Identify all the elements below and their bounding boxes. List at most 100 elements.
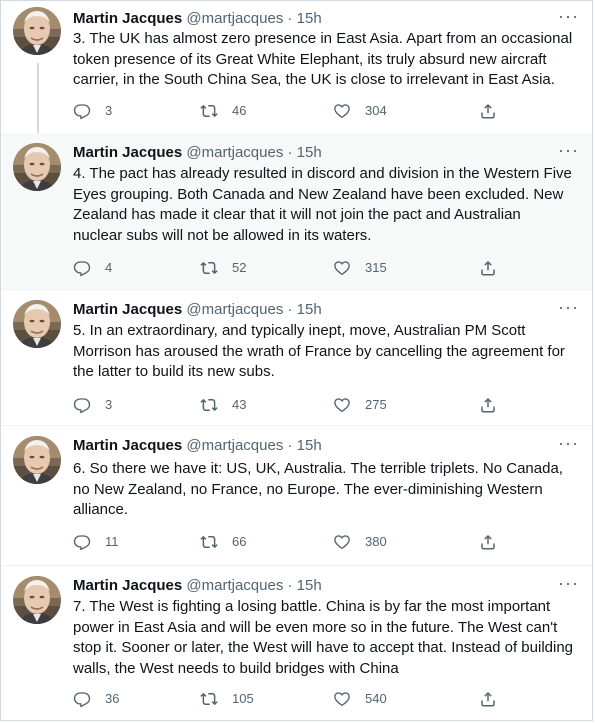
author-name[interactable]: Martin Jacques — [73, 10, 182, 27]
retweet-button[interactable]: 52 — [200, 258, 246, 278]
reply-icon — [73, 533, 91, 551]
tweet[interactable]: Martin Jacques @martjacques · 15h ··· 4.… — [1, 133, 592, 290]
reply-count: 4 — [105, 260, 113, 275]
more-options-icon[interactable]: ··· — [558, 141, 578, 163]
like-count: 315 — [365, 260, 387, 275]
avatar[interactable] — [13, 143, 61, 191]
retweet-icon — [200, 690, 218, 708]
tweet-header: Martin Jacques @martjacques · 15h ··· — [73, 434, 578, 456]
retweet-button[interactable]: 46 — [200, 101, 246, 121]
avatar[interactable] — [13, 576, 61, 624]
like-button[interactable]: 304 — [333, 101, 387, 121]
like-count: 275 — [365, 397, 387, 412]
author-handle[interactable]: @martjacques — [186, 10, 283, 27]
tweet-text: 7. The West is fighting a losing battle.… — [73, 598, 574, 677]
share-button[interactable] — [479, 258, 497, 278]
retweet-icon — [200, 259, 218, 277]
share-button[interactable] — [479, 532, 497, 552]
thread-connector-line — [37, 63, 39, 133]
reply-icon — [73, 259, 91, 277]
reply-count: 3 — [105, 103, 113, 118]
tweet-text: 6. So there we have it: US, UK, Australi… — [73, 460, 563, 518]
tweet-header: Martin Jacques @martjacques · 15h ··· — [73, 298, 578, 320]
more-options-icon[interactable]: ··· — [558, 574, 578, 596]
share-button[interactable] — [479, 689, 497, 709]
share-button[interactable] — [479, 101, 497, 121]
more-options-icon[interactable]: ··· — [558, 434, 578, 456]
author-handle[interactable]: @martjacques — [186, 144, 283, 161]
tweet-header: Martin Jacques @martjacques · 15h ··· — [73, 7, 578, 29]
reply-button[interactable]: 3 — [73, 101, 112, 121]
reply-button[interactable]: 4 — [73, 258, 112, 278]
like-button[interactable]: 315 — [333, 258, 387, 278]
heart-icon — [333, 533, 351, 551]
retweet-count: 105 — [232, 691, 254, 706]
retweet-button[interactable]: 43 — [200, 395, 246, 415]
like-count: 304 — [365, 103, 387, 118]
tweet-actions: 3 43 275 — [73, 395, 513, 415]
share-icon — [479, 396, 497, 414]
retweet-icon — [200, 533, 218, 551]
tweet-text: 3. The UK has almost zero presence in Ea… — [73, 30, 573, 88]
more-options-icon[interactable]: ··· — [558, 7, 578, 29]
retweet-button[interactable]: 105 — [200, 689, 254, 709]
like-button[interactable]: 380 — [333, 532, 387, 552]
share-button[interactable] — [479, 395, 497, 415]
reply-button[interactable]: 11 — [73, 532, 119, 552]
tweet-header: Martin Jacques @martjacques · 15h ··· — [73, 574, 578, 596]
separator-dot: · — [287, 577, 293, 594]
author-handle[interactable]: @martjacques — [186, 437, 283, 454]
tweet-actions: 11 66 380 — [73, 532, 513, 552]
tweet[interactable]: Martin Jacques @martjacques · 15h ··· 5.… — [1, 290, 592, 426]
separator-dot: · — [287, 144, 293, 161]
more-options-icon[interactable]: ··· — [558, 298, 578, 320]
retweet-button[interactable]: 66 — [200, 532, 246, 552]
retweet-count: 66 — [232, 534, 247, 549]
retweet-count: 43 — [232, 397, 247, 412]
reply-count: 11 — [105, 534, 119, 549]
author-name[interactable]: Martin Jacques — [73, 437, 182, 454]
timestamp[interactable]: 15h — [297, 437, 322, 454]
share-icon — [479, 102, 497, 120]
tweet[interactable]: Martin Jacques @martjacques · 15h ··· 7.… — [1, 566, 592, 721]
author-name[interactable]: Martin Jacques — [73, 301, 182, 318]
heart-icon — [333, 690, 351, 708]
tweet[interactable]: Martin Jacques @martjacques · 15h ··· 6.… — [1, 426, 592, 566]
tweet-thread: Martin Jacques @martjacques · 15h ··· 3.… — [0, 0, 593, 721]
tweet-actions: 4 52 315 — [73, 258, 513, 278]
separator-dot: · — [287, 10, 293, 27]
timestamp[interactable]: 15h — [297, 301, 322, 318]
share-icon — [479, 259, 497, 277]
reply-icon — [73, 690, 91, 708]
reply-button[interactable]: 36 — [73, 689, 119, 709]
tweet-text: 5. In an extraordinary, and typically in… — [73, 322, 565, 380]
avatar[interactable] — [13, 436, 61, 484]
timestamp[interactable]: 15h — [297, 577, 322, 594]
retweet-count: 46 — [232, 103, 247, 118]
author-handle[interactable]: @martjacques — [186, 301, 283, 318]
timestamp[interactable]: 15h — [297, 10, 322, 27]
author-handle[interactable]: @martjacques — [186, 577, 283, 594]
timestamp[interactable]: 15h — [297, 144, 322, 161]
like-count: 540 — [365, 691, 387, 706]
tweet-text: 4. The pact has already resulted in disc… — [73, 165, 572, 244]
tweet-actions: 36 105 540 — [73, 689, 513, 709]
tweet-header: Martin Jacques @martjacques · 15h ··· — [73, 141, 578, 163]
like-button[interactable]: 275 — [333, 395, 387, 415]
reply-count: 36 — [105, 691, 120, 706]
tweet[interactable]: Martin Jacques @martjacques · 15h ··· 3.… — [1, 1, 592, 133]
author-name[interactable]: Martin Jacques — [73, 144, 182, 161]
retweet-count: 52 — [232, 260, 247, 275]
avatar[interactable] — [13, 7, 61, 55]
share-icon — [479, 533, 497, 551]
like-button[interactable]: 540 — [333, 689, 387, 709]
separator-dot: · — [287, 301, 293, 318]
reply-button[interactable]: 3 — [73, 395, 112, 415]
author-name[interactable]: Martin Jacques — [73, 577, 182, 594]
share-icon — [479, 690, 497, 708]
retweet-icon — [200, 102, 218, 120]
heart-icon — [333, 102, 351, 120]
heart-icon — [333, 396, 351, 414]
reply-count: 3 — [105, 397, 113, 412]
avatar[interactable] — [13, 300, 61, 348]
